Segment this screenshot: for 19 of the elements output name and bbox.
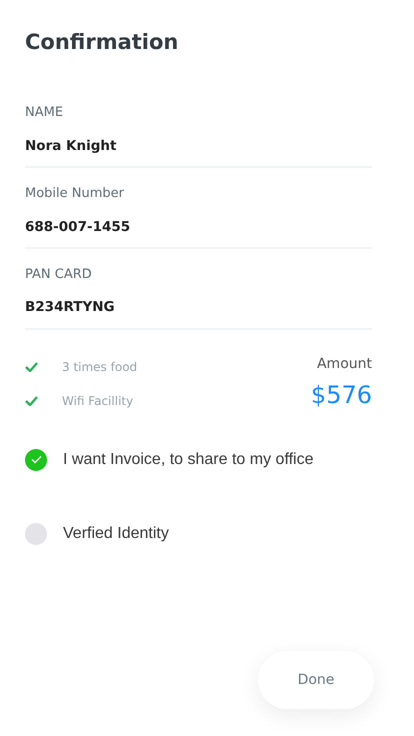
done-button[interactable]: Done: [258, 651, 374, 709]
check-icon: [25, 396, 38, 406]
option-label: Verfied Identity: [63, 524, 169, 544]
field-label: NAME: [25, 105, 64, 121]
page-title: Confirmation: [25, 30, 180, 56]
check-icon: [30, 455, 42, 464]
input-field[interactable]: 688-007-1455: [25, 216, 372, 249]
field-label: Mobile Number: [25, 186, 125, 202]
input-field[interactable]: B234RTYNG: [25, 297, 372, 330]
feature-text: 3 times food: [62, 358, 138, 376]
input-field[interactable]: Nora Knight: [25, 136, 372, 168]
checkbox[interactable]: [25, 522, 47, 545]
checkbox[interactable]: [25, 448, 47, 471]
amount-label: Amount: [316, 354, 372, 374]
field-label: PAN CARD: [25, 266, 93, 282]
check-icon: [25, 362, 38, 372]
amount-value: $576: [310, 382, 372, 407]
feature-text: Wifi Facillity: [62, 392, 134, 410]
option-label: I want Invoice, to share to my office: [63, 450, 314, 470]
